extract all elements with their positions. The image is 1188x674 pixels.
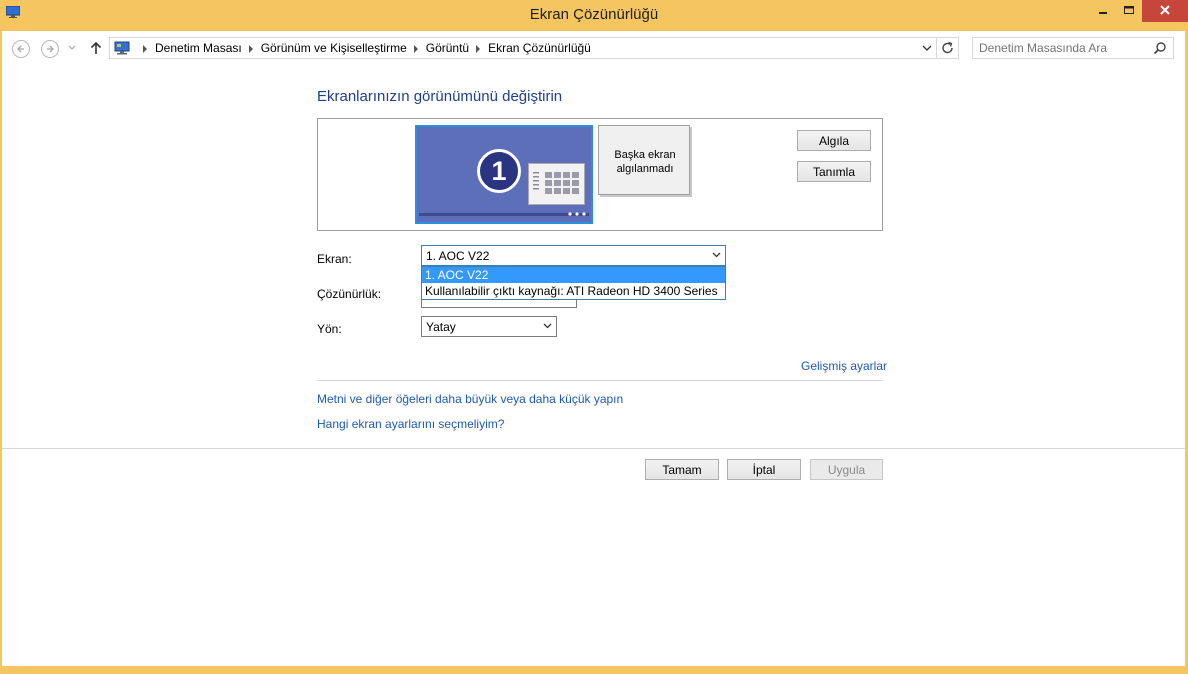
breadcrumb-control-panel[interactable]: Denetim Masası	[155, 41, 242, 55]
maximize-button[interactable]	[1116, 0, 1142, 22]
window-frame-bottom	[0, 666, 1188, 674]
recent-pages-chevron-icon[interactable]	[68, 45, 76, 51]
back-button[interactable]	[12, 40, 30, 58]
minimize-button[interactable]	[1090, 0, 1116, 22]
close-icon	[1160, 5, 1170, 15]
forward-arrow-icon	[47, 45, 54, 53]
display-preview-panel: 1 Başka ekran algılanmadı Algıla Tanımla	[317, 118, 883, 231]
breadcrumb-separator-icon	[413, 44, 418, 53]
display-select[interactable]: 1. AOC V22	[421, 245, 726, 266]
monitor-2-tile[interactable]: Başka ekran algılanmadı	[598, 125, 690, 195]
display-select-value: 1. AOC V22	[426, 249, 490, 263]
monitor-number-badge: 1	[477, 149, 521, 193]
forward-button[interactable]	[41, 40, 59, 58]
divider	[317, 380, 883, 381]
orientation-label: Yön:	[317, 322, 342, 336]
chevron-down-icon	[543, 323, 552, 329]
address-bar[interactable]: Denetim Masası Görünüm ve Kişiselleştirme…	[109, 37, 959, 59]
identify-button[interactable]: Tanımla	[797, 161, 871, 182]
help-link[interactable]: Hangi ekran ayarlarını seçmeliyim?	[317, 417, 504, 431]
window-body: Denetim Masası Görünüm ve Kişiselleştirme…	[2, 31, 1185, 666]
address-history-chevron-icon[interactable]	[918, 38, 936, 58]
display-option-aoc[interactable]: 1. AOC V22	[422, 267, 725, 283]
display-window-icon	[528, 163, 585, 205]
page-title: Ekranlarınızın görünümünü değiştirin	[317, 88, 563, 105]
breadcrumb-appearance[interactable]: Görünüm ve Kişiselleştirme	[261, 41, 407, 55]
ok-button[interactable]: Tamam	[645, 459, 719, 480]
display-label: Ekran:	[317, 252, 352, 266]
grid-icon	[533, 172, 579, 194]
footer-divider	[2, 448, 1185, 449]
minimize-icon	[1099, 12, 1107, 14]
breadcrumb-separator-icon	[143, 44, 147, 53]
search-input[interactable]	[979, 40, 1149, 56]
monitor-1-tile[interactable]: 1	[415, 125, 593, 224]
search-icon[interactable]	[1153, 41, 1167, 55]
chevron-down-icon	[712, 252, 721, 258]
maximize-icon	[1124, 6, 1134, 14]
apply-button[interactable]: Uygula	[810, 459, 883, 480]
breadcrumb: Denetim Masası Görünüm ve Kişiselleştirme…	[136, 41, 591, 55]
display-dropdown-list[interactable]: 1. AOC V22 Kullanılabilir çıktı kaynağı:…	[421, 266, 726, 300]
monitor-2-label: Başka ekran algılanmadı	[614, 149, 676, 175]
title-bar: Ekran Çözünürlüğü	[0, 0, 1188, 31]
close-button[interactable]	[1142, 0, 1188, 22]
navigation-bar: Denetim Masası Görünüm ve Kişiselleştirme…	[2, 31, 1185, 65]
breadcrumb-separator-icon	[476, 44, 481, 53]
breadcrumb-screen-resolution[interactable]: Ekran Çözünürlüğü	[488, 41, 591, 55]
display-option-ati[interactable]: Kullanılabilir çıktı kaynağı: ATI Radeon…	[422, 283, 725, 299]
resolution-label: Çözünürlük:	[317, 287, 382, 301]
orientation-select-value: Yatay	[426, 320, 456, 334]
advanced-settings-link[interactable]: Gelişmiş ayarlar	[801, 359, 887, 373]
detect-button[interactable]: Algıla	[797, 130, 871, 151]
cancel-button[interactable]: İptal	[727, 459, 801, 480]
orientation-select[interactable]: Yatay	[421, 316, 557, 337]
main-content: Ekranlarınızın görünümünü değiştirin 1 B…	[2, 65, 1185, 666]
search-box[interactable]	[972, 37, 1174, 59]
up-arrow-icon[interactable]	[89, 40, 103, 56]
breadcrumb-separator-icon	[248, 44, 253, 53]
breadcrumb-display[interactable]: Görüntü	[426, 41, 469, 55]
text-size-link[interactable]: Metni ve diğer öğeleri daha büyük veya d…	[317, 392, 623, 406]
monitor-taskbar	[419, 213, 589, 216]
refresh-icon[interactable]	[936, 38, 959, 58]
back-arrow-icon	[17, 45, 24, 53]
window-title: Ekran Çözünürlüğü	[529, 6, 659, 23]
dots-icon	[568, 212, 586, 216]
control-panel-icon	[114, 41, 130, 55]
